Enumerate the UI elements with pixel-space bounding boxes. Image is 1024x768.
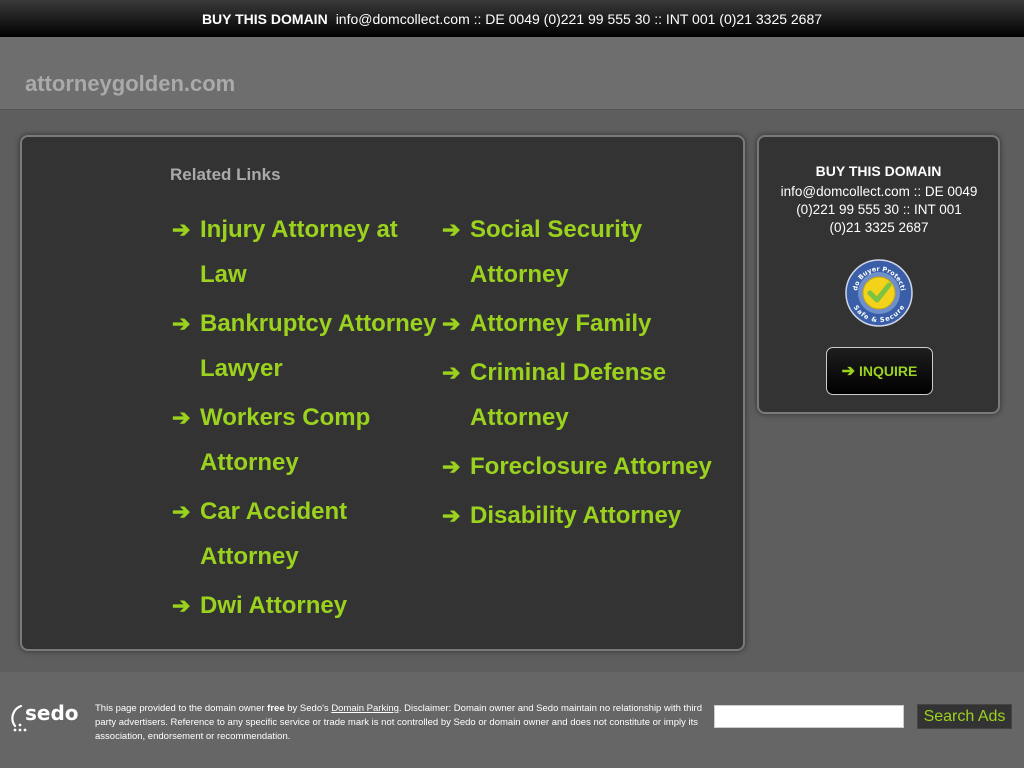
- related-link[interactable]: ➔ Bankruptcy Attorney Lawyer: [172, 301, 442, 391]
- inquire-label: INQUIRE: [859, 363, 918, 379]
- arrow-right-icon: ➔: [841, 363, 856, 380]
- related-link[interactable]: ➔ Criminal Defense Attorney: [442, 350, 712, 440]
- related-links-title: Related Links: [170, 165, 281, 184]
- related-link-label: Workers Comp Attorney: [200, 404, 371, 476]
- buy-domain-label[interactable]: BUY THIS DOMAIN: [202, 11, 328, 27]
- related-link[interactable]: ➔ Workers Comp Attorney: [172, 395, 442, 485]
- buy-domain-panel: BUY THIS DOMAIN info@domcollect.com :: D…: [757, 135, 1000, 414]
- related-link-label: Car Accident Attorney: [200, 498, 348, 570]
- links-column-left: ➔ Injury Attorney at Law ➔ Bankruptcy At…: [172, 207, 442, 632]
- domain-header: attorneygolden.com: [0, 37, 1024, 110]
- footer-text-part: This page provided to the domain owner: [95, 703, 268, 714]
- related-links-panel: Related Links ➔ Injury Attorney at Law ➔…: [20, 135, 745, 651]
- buyer-protection-seal-icon[interactable]: Sedo Buyer Protection Safe & Secure: [845, 259, 913, 327]
- related-link[interactable]: ➔ Dwi Attorney: [172, 583, 442, 628]
- related-link-label: Social Security Attorney: [470, 216, 643, 288]
- footer-text-part: by Sedo's: [284, 703, 332, 714]
- footer-disclaimer: This page provided to the domain owner f…: [95, 702, 715, 744]
- related-link-label: Foreclosure Attorney: [470, 453, 712, 480]
- related-link-label: Dwi Attorney: [200, 592, 348, 619]
- domain-name: attorneygolden.com: [25, 71, 236, 96]
- arrow-right-icon: ➔: [172, 217, 191, 242]
- related-link-label: Attorney Family: [470, 310, 652, 337]
- related-link-label: Injury Attorney at Law: [200, 216, 398, 288]
- contact-info: info@domcollect.com :: DE 0049 (0)221 99…: [335, 10, 823, 27]
- related-link[interactable]: ➔ Car Accident Attorney: [172, 489, 442, 579]
- arrow-right-icon: ➔: [172, 311, 191, 336]
- arrow-right-icon: ➔: [172, 405, 191, 430]
- arrow-right-icon: ➔: [442, 360, 461, 385]
- arrow-right-icon: ➔: [442, 217, 461, 242]
- top-bar: BUY THIS DOMAIN info@domcollect.com :: D…: [0, 0, 1024, 37]
- search-input[interactable]: [714, 705, 904, 728]
- domain-parking-link[interactable]: Domain Parking: [331, 703, 399, 714]
- related-link-label: Bankruptcy Attorney Lawyer: [200, 310, 437, 382]
- sedo-logo[interactable]: sedo: [11, 700, 91, 736]
- footer-text-free: free: [267, 703, 285, 714]
- buy-domain-title: BUY THIS DOMAIN: [815, 163, 942, 179]
- related-link-label: Criminal Defense Attorney: [470, 359, 667, 431]
- related-link[interactable]: ➔ Injury Attorney at Law: [172, 207, 442, 297]
- related-link[interactable]: ➔ Social Security Attorney: [442, 207, 712, 297]
- related-link-label: Disability Attorney: [470, 502, 682, 529]
- related-link[interactable]: ➔ Attorney Family: [442, 301, 712, 346]
- links-column-right: ➔ Social Security Attorney ➔ Attorney Fa…: [442, 207, 712, 542]
- inquire-button[interactable]: ➔ INQUIRE: [826, 347, 933, 395]
- related-link[interactable]: ➔ Foreclosure Attorney: [442, 444, 712, 489]
- search-ads-button[interactable]: Search Ads: [917, 704, 1012, 729]
- sidebar-contact-info: info@domcollect.com :: DE 0049 (0)221 99…: [780, 184, 978, 235]
- arrow-right-icon: ➔: [442, 311, 461, 336]
- related-link[interactable]: ➔ Disability Attorney: [442, 493, 712, 538]
- arrow-right-icon: ➔: [442, 503, 461, 528]
- arrow-right-icon: ➔: [172, 499, 191, 524]
- arrow-right-icon: ➔: [172, 593, 191, 618]
- arrow-right-icon: ➔: [442, 454, 461, 479]
- sedo-logo-text: sedo: [25, 701, 79, 725]
